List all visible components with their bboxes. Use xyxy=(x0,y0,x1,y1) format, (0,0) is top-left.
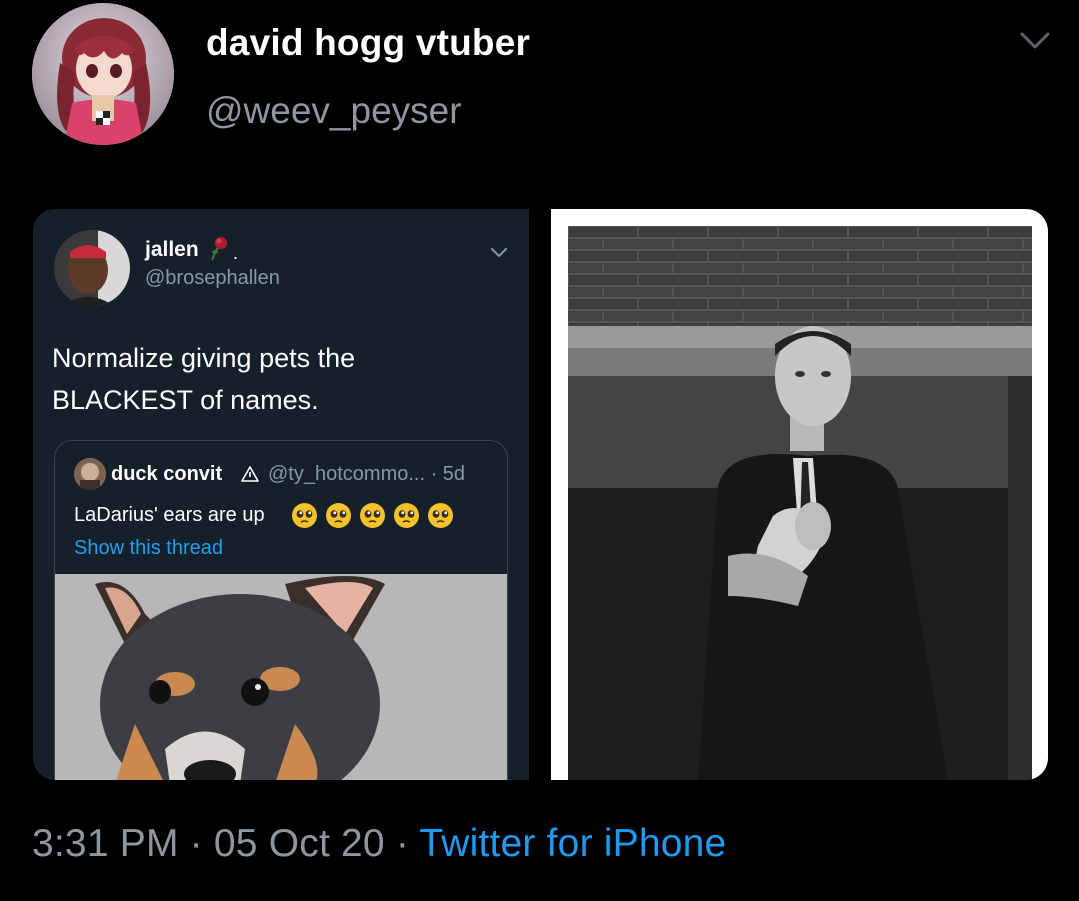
quoted-tweet-card: duck convit @ty_hotcommo... · 5d LaDariu… xyxy=(54,440,508,780)
pleading-face-icon xyxy=(393,502,420,528)
tweet-timestamp: 3:31 PM · 05 Oct 20 · xyxy=(32,822,420,865)
media-image-right[interactable] xyxy=(551,209,1048,780)
user-handle[interactable]: @weev_peyser xyxy=(206,90,462,132)
name-suffix: . xyxy=(233,243,238,262)
rose-emoji-icon: . xyxy=(206,236,242,263)
pleading-face-icon xyxy=(291,502,318,528)
quoted-display-name: duck convit xyxy=(111,463,223,485)
show-thread-link: Show this thread xyxy=(74,537,223,559)
pleading-face-icon xyxy=(325,502,352,528)
tweet-source-link[interactable]: Twitter for iPhone xyxy=(419,822,726,865)
avatar[interactable] xyxy=(32,3,174,145)
embedded-handle: @brosephallen xyxy=(145,267,280,289)
embedded-tweet-text: Normalize giving pets the BLACKEST of na… xyxy=(52,343,356,415)
warning-icon xyxy=(241,465,259,483)
embedded-avatar xyxy=(54,230,130,306)
pleading-face-icon xyxy=(427,502,454,528)
pleading-face-emojis xyxy=(291,502,454,528)
display-name[interactable]: david hogg vtuber xyxy=(206,22,530,64)
dog-photo xyxy=(55,574,507,780)
pleading-face-icon xyxy=(359,502,386,528)
quoted-handle-time: @ty_hotcommo... · 5d xyxy=(268,463,466,485)
vintage-photo xyxy=(568,226,1032,780)
quoted-text: LaDarius' ears are up xyxy=(74,504,265,526)
chevron-down-icon xyxy=(489,246,509,260)
chevron-down-icon[interactable] xyxy=(1018,28,1052,54)
anime-avatar-icon xyxy=(32,3,174,145)
tweet-meta: 3:31 PM · 05 Oct 20 · Twitter for iPhone xyxy=(32,822,726,866)
embedded-display-name: jallen xyxy=(145,238,199,261)
quoted-avatar xyxy=(74,458,106,490)
media-image-left[interactable]: jallen . @brosephallen Normalize giving … xyxy=(33,209,529,780)
